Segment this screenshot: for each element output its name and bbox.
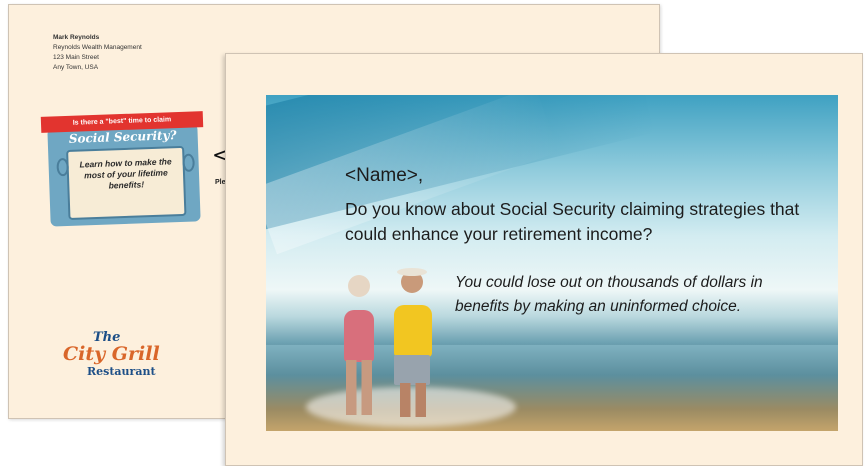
badge-text: Learn how to make the most of your lifet… [79,156,172,191]
return-address: Mark Reynolds Reynolds Wealth Management… [53,33,142,73]
city-grill-logo: The City Grill Restaurant [61,330,171,380]
man-figure [394,305,432,357]
sender-company: Reynolds Wealth Management [53,44,142,51]
sender-street: 123 Main Street [53,54,99,61]
scroll-curl-icon [56,157,69,177]
sender-name: Mark Reynolds [53,34,100,41]
social-security-badge: Social Security? Learn how to make the m… [40,108,204,227]
beach-couple-photo: <Name>, Do you know about Social Securit… [266,95,838,431]
badge-panel: Social Security? Learn how to make the m… [47,123,201,227]
subtext: You could lose out on thousands of dolla… [455,274,763,315]
logo-restaurant: Restaurant [87,365,156,378]
headline-question: Do you know about Social Security claimi… [345,199,800,244]
badge-scroll: Learn how to make the most of your lifet… [56,145,195,220]
woman-figure [348,275,370,297]
scroll-curl-icon [182,153,195,172]
postcard-front: <Name>, Do you know about Social Securit… [225,53,863,466]
greeting-text: <Name>, [345,165,424,186]
sender-city: Any Town, USA [53,64,99,71]
logo-city-grill: City Grill [63,343,160,365]
